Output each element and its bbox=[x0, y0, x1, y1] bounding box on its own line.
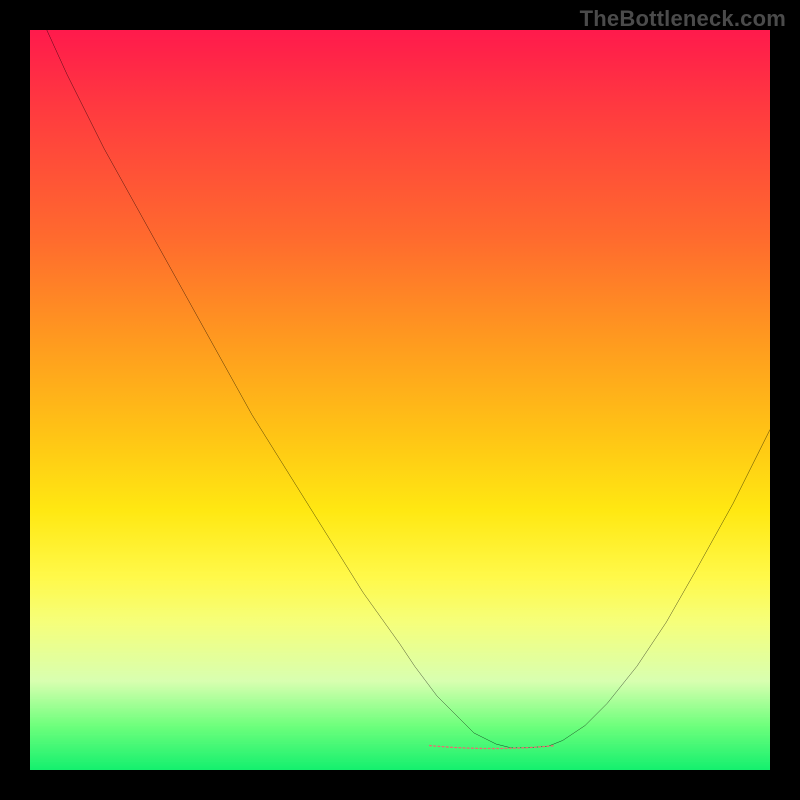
curve-layer bbox=[30, 30, 770, 770]
plot-area bbox=[30, 30, 770, 770]
chart-frame: TheBottleneck.com bbox=[0, 0, 800, 800]
watermark-label: TheBottleneck.com bbox=[580, 6, 786, 32]
bottleneck-curve bbox=[30, 30, 770, 748]
highlight-flat-min bbox=[430, 746, 556, 749]
